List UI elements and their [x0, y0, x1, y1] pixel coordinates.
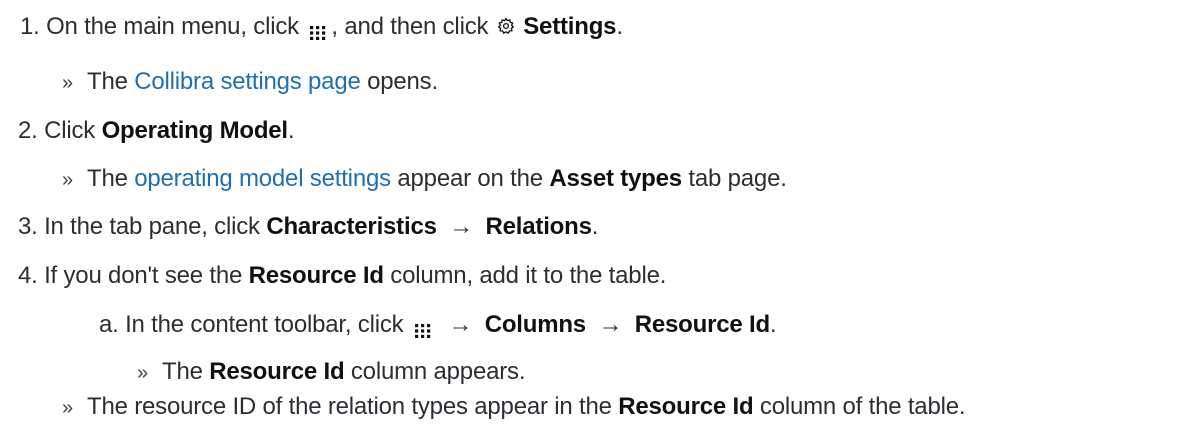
grid-icon [414, 316, 432, 338]
result-text: The [161, 358, 203, 385]
step-4a: a. In the content toolbar, click → Colum… [99, 310, 777, 340]
step-1-result: » The Collibra settings page opens. [62, 67, 438, 97]
operating-model-label: Operating Model [101, 117, 289, 144]
punct: . [769, 311, 777, 338]
result-text: The [86, 68, 128, 95]
step-number: 4. [18, 262, 38, 289]
asset-types-label: Asset types [549, 165, 682, 192]
result-marker: » [62, 169, 73, 191]
step-text: If you don't see the [44, 262, 243, 289]
operating-model-settings-link[interactable]: operating model settings [134, 165, 391, 192]
result-text: column of the table. [759, 393, 966, 420]
procedure-document: 1. On the main menu, click , and then cl… [0, 0, 1200, 425]
substep-letter: a. [99, 311, 119, 338]
step-3: 3. In the tab pane, click Characteristic… [18, 212, 598, 242]
result-marker: » [137, 362, 148, 384]
step-2-result: » The operating model settings appear on… [62, 164, 787, 194]
arrow: → [598, 311, 623, 338]
punct: . [287, 117, 295, 144]
characteristics-label: Characteristics [266, 213, 437, 240]
step-number: 1. [20, 13, 40, 40]
result-text: opens. [367, 68, 438, 95]
columns-label: Columns [484, 311, 586, 338]
collibra-settings-link[interactable]: Collibra settings page [134, 68, 361, 95]
resource-id-label: Resource Id [634, 311, 770, 338]
relations-label: Relations [485, 213, 592, 240]
settings-label: Settings [523, 13, 617, 40]
step-number: 3. [18, 213, 38, 240]
step-text: On the main menu, click [46, 13, 299, 40]
step-text: , and then click [331, 13, 489, 40]
punct: . [591, 213, 599, 240]
punct: . [616, 13, 623, 40]
step-4-result: » The resource ID of the relation types … [62, 392, 966, 422]
step-text: In the content toolbar, click [125, 311, 404, 338]
step-4: 4. If you don't see the Resource Id colu… [18, 261, 666, 291]
result-marker: » [62, 72, 73, 94]
gear-icon [497, 13, 515, 34]
resource-id-label: Resource Id [618, 393, 754, 420]
grid-icon [309, 18, 327, 40]
step-text: In the tab pane, click [44, 213, 260, 240]
arrow: → [449, 213, 474, 240]
result-text: tab page. [688, 165, 787, 192]
arrow: → [448, 311, 473, 338]
result-marker: » [62, 397, 73, 419]
step-text: Click [44, 117, 96, 144]
step-text: column, add it to the table. [390, 262, 667, 289]
step-number: 2. [18, 117, 38, 144]
step-2: 2. Click Operating Model. [18, 116, 295, 146]
result-text: column appears. [350, 358, 526, 385]
resource-id-label: Resource Id [209, 358, 345, 385]
result-text: appear on the [397, 165, 543, 192]
resource-id-label: Resource Id [248, 262, 384, 289]
result-text: The [86, 165, 128, 192]
step-4a-result: » The Resource Id column appears. [137, 357, 526, 387]
step-1: 1. On the main menu, click , and then cl… [20, 12, 623, 42]
result-text: The resource ID of the relation types ap… [86, 393, 612, 420]
